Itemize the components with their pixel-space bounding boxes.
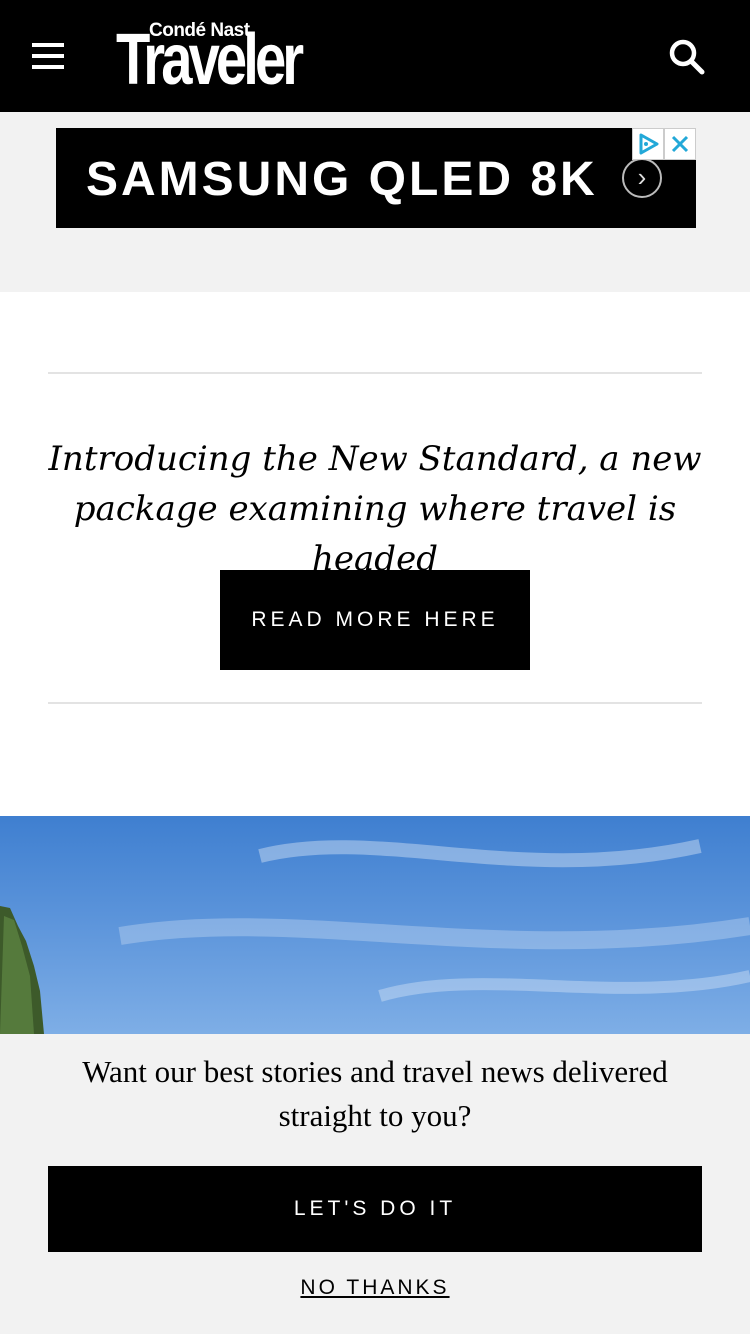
divider-bottom [48, 702, 702, 704]
search-icon[interactable] [668, 38, 706, 76]
ad-area: SAMSUNG QLED 8K › [0, 112, 750, 292]
hamburger-menu-icon[interactable] [32, 43, 64, 69]
site-header: Condé Nast Traveler [0, 0, 750, 112]
hero-image [0, 816, 750, 1034]
no-thanks-link[interactable]: NO THANKS [300, 1276, 449, 1299]
site-logo[interactable]: Condé Nast Traveler [116, 18, 316, 98]
ad-text: SAMSUNG QLED 8K [86, 153, 598, 206]
adchoices-icon[interactable] [632, 128, 664, 160]
newsletter-sheet: Want our best stories and travel news de… [0, 1034, 750, 1334]
newsletter-prompt: Want our best stories and travel news de… [82, 1054, 668, 1133]
promo-headline: Introducing the New Standard, a new pack… [48, 439, 702, 579]
close-icon[interactable] [664, 128, 696, 160]
chevron-right-icon: › [622, 158, 662, 198]
divider-top [48, 372, 702, 374]
lets-do-it-button[interactable]: LET'S DO IT [48, 1166, 702, 1252]
logo-big-text: Traveler [116, 20, 304, 100]
ad-banner[interactable]: SAMSUNG QLED 8K › [56, 128, 696, 228]
no-thanks-row: NO THANKS [0, 1276, 750, 1300]
read-more-button[interactable]: READ MORE HERE [220, 570, 530, 670]
